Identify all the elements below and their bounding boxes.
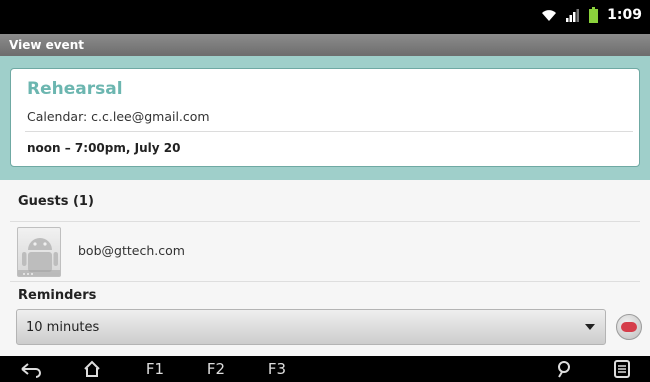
search-icon[interactable] (556, 360, 572, 378)
reminder-time-value: 10 minutes (26, 320, 100, 335)
minus-icon (621, 322, 637, 332)
menu-icon[interactable] (614, 360, 630, 378)
event-datetime: noon – 7:00pm, July 20 (27, 141, 181, 155)
divider (10, 221, 640, 222)
status-bar: 1:09 (0, 0, 650, 34)
remove-reminder-button[interactable] (616, 314, 642, 340)
event-calendar: Calendar: c.c.lee@gmail.com (27, 109, 210, 124)
navigation-bar: F1 F2 F3 (0, 356, 650, 382)
guest-email: bob@gttech.com (78, 243, 185, 258)
reminder-time-dropdown[interactable]: 10 minutes (16, 309, 606, 345)
page-title: View event (0, 34, 650, 56)
dropdown-arrow-icon (585, 324, 595, 330)
f2-key[interactable]: F2 (206, 356, 226, 382)
wifi-icon (542, 10, 557, 21)
back-icon[interactable] (20, 360, 42, 378)
event-card: Rehearsal Calendar: c.c.lee@gmail.com no… (10, 68, 640, 167)
card-divider (25, 131, 633, 132)
android-avatar-icon (17, 227, 61, 277)
guests-header: Guests (1) (18, 194, 94, 209)
battery-icon (589, 7, 599, 23)
f1-key[interactable]: F1 (145, 356, 165, 382)
home-icon[interactable] (83, 360, 101, 378)
divider (10, 281, 640, 282)
status-icons: 1:09 (541, 7, 642, 23)
event-header-band: Rehearsal Calendar: c.c.lee@gmail.com no… (0, 56, 650, 180)
signal-icon (566, 9, 580, 22)
clock: 1:09 (607, 7, 642, 23)
f3-key[interactable]: F3 (267, 356, 287, 382)
event-title: Rehearsal (27, 79, 123, 99)
reminders-header: Reminders (18, 288, 97, 303)
guest-list-item[interactable]: bob@gttech.com (0, 224, 650, 280)
